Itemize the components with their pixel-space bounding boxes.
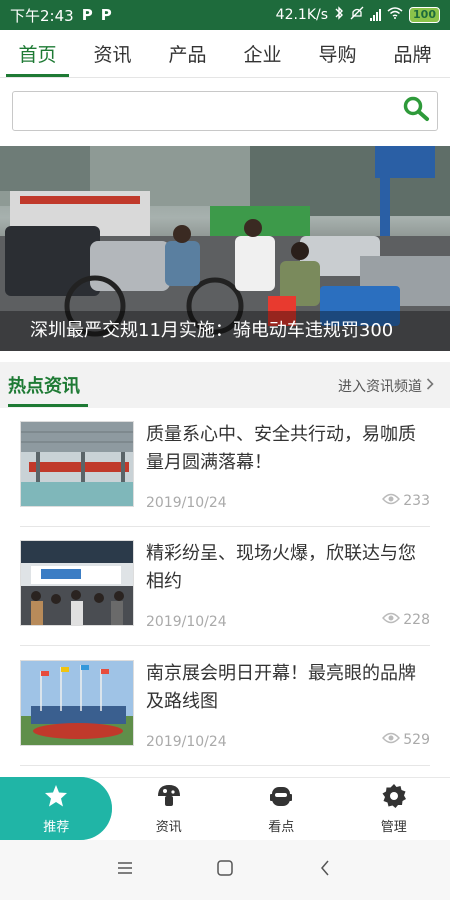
nav-recommend[interactable]: 推荐 (0, 777, 113, 840)
nav-label: 资讯 (155, 819, 182, 835)
view-count-value: 529 (403, 732, 430, 748)
nav-manage[interactable]: 管理 (338, 777, 450, 840)
search-bar (12, 91, 438, 131)
nav-label: 管理 (380, 819, 407, 835)
back-arrow-icon (319, 859, 331, 881)
hot-news-header: 热点资讯 进入资讯频道 (0, 362, 450, 408)
tab-news[interactable]: 资讯 (75, 30, 150, 77)
robot-icon (268, 783, 294, 813)
news-date: 2019/10/24 (146, 614, 227, 630)
news-thumbnail (20, 540, 134, 626)
app-notification-icon: P (81, 6, 93, 24)
signal-icon (370, 9, 382, 21)
tab-shopping-guide[interactable]: 导购 (300, 30, 375, 77)
battery-indicator: 100 (409, 7, 440, 23)
search-icon (402, 96, 430, 126)
back-button[interactable] (310, 855, 340, 885)
news-thumbnail (20, 421, 134, 507)
news-title: 南京展会明日开幕！最亮眼的品牌及路线图 (146, 663, 416, 712)
section-title: 热点资讯 (8, 376, 80, 397)
news-date: 2019/10/24 (146, 495, 227, 511)
eye-icon (382, 732, 401, 748)
mushroom-icon (156, 783, 182, 813)
mute-icon (350, 6, 364, 24)
tab-companies[interactable]: 企业 (225, 30, 300, 77)
banner-caption: 深圳最严交规11月实施：骑电动车违规罚300 (0, 311, 450, 351)
tab-home[interactable]: 首页 (0, 30, 75, 77)
chevron-right-icon (426, 378, 434, 394)
bottom-nav-items: 推荐 资讯 看点 管理 (0, 777, 450, 840)
menu-button[interactable] (110, 855, 140, 885)
gear-icon (381, 783, 407, 813)
news-list-item[interactable]: 精彩纷呈、现场火爆，欣联达与您相约 2019/10/24 228 (20, 528, 430, 646)
search-input[interactable] (19, 96, 389, 126)
news-list-item[interactable]: 质量系心中、安全共行动，易咖质量月圆满落幕！ 2019/10/24 233 (20, 409, 430, 527)
view-count: 228 (382, 612, 430, 628)
wifi-icon (387, 7, 403, 23)
status-time: 下午2:43 (10, 6, 74, 25)
menu-icon (116, 860, 134, 880)
app-notification-icon: P (100, 6, 112, 24)
news-list-item[interactable]: 南京展会明日开幕！最亮眼的品牌及路线图 2019/10/24 529 (20, 648, 430, 766)
top-tab-bar: 首页 资讯 产品 企业 导购 品牌 (0, 30, 450, 78)
tab-products[interactable]: 产品 (150, 30, 225, 77)
view-count-value: 228 (403, 612, 430, 628)
star-icon (43, 783, 69, 813)
search-button[interactable] (401, 96, 431, 126)
enter-news-channel-link[interactable]: 进入资讯频道 (338, 376, 434, 396)
system-navigation-bar (0, 840, 450, 900)
bluetooth-icon (334, 6, 344, 24)
more-link-label: 进入资讯频道 (338, 379, 422, 395)
news-thumbnail (20, 660, 134, 746)
network-speed: 42.1K/s (275, 7, 329, 23)
news-title: 精彩纷呈、现场火爆，欣联达与您相约 (146, 543, 416, 592)
home-button[interactable] (210, 855, 240, 885)
view-count-value: 233 (403, 493, 430, 509)
nav-news[interactable]: 资讯 (113, 777, 226, 840)
news-date: 2019/10/24 (146, 734, 227, 750)
status-bar: 下午2:43 P P 42.1K/s 100 (0, 0, 450, 30)
news-title: 质量系心中、安全共行动，易咖质量月圆满落幕！ (146, 424, 416, 473)
section-underline (8, 404, 88, 407)
view-count: 233 (382, 493, 430, 509)
square-icon (216, 859, 234, 881)
eye-icon (382, 493, 401, 509)
eye-icon (382, 612, 401, 628)
view-count: 529 (382, 732, 430, 748)
nav-label: 推荐 (43, 819, 70, 835)
nav-label: 看点 (268, 819, 295, 835)
nav-highlights[interactable]: 看点 (225, 777, 338, 840)
banner-carousel[interactable]: 深圳最严交规11月实施：骑电动车违规罚300 (0, 146, 450, 351)
tab-brands[interactable]: 品牌 (375, 30, 450, 77)
